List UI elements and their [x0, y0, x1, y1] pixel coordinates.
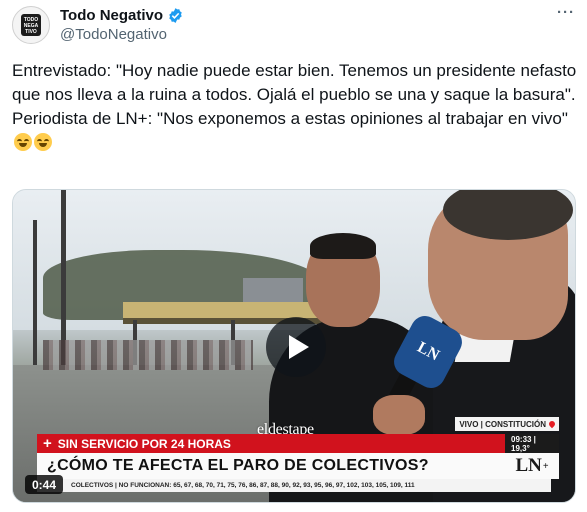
more-options-icon[interactable]: ···	[557, 4, 575, 21]
plus-icon: +	[43, 435, 52, 452]
channel-logo: LN +	[505, 453, 559, 479]
tweet-paragraph-1: Entrevistado: "Hoy nadie puede estar bie…	[12, 61, 577, 104]
channel-logo-text: LN	[515, 455, 542, 476]
breaking-news-text: SIN SERVICIO POR 24 HORAS	[57, 436, 231, 451]
tweet-paragraph-2-text: Periodista de LN+: "Nos exponemos a esta…	[12, 109, 568, 128]
news-ticker: COLECTIVOS | NO FUNCIONAN: 65, 67, 68, 7…	[37, 479, 551, 492]
time-temperature: 09:33 | 19,3°	[505, 434, 559, 453]
play-icon	[288, 335, 309, 359]
tweet-text: Entrevistado: "Hoy nadie puede estar bie…	[12, 59, 577, 155]
laughing-tears-emoji-icon	[34, 133, 52, 151]
name-row: Todo Negativo	[60, 7, 184, 24]
verified-badge-icon	[169, 8, 182, 23]
play-button[interactable]	[266, 317, 326, 377]
tweet-paragraph-2: Periodista de LN+: "Nos exponemos a esta…	[12, 107, 577, 155]
breaking-news-band: + SIN SERVICIO POR 24 HORAS	[37, 434, 539, 453]
live-location-tag: VIVO | CONSTITUCIÓN	[455, 417, 559, 431]
video-duration-badge: 0:44	[25, 475, 64, 494]
video-crowd	[43, 340, 253, 370]
tweet-header: TODO NEGA TIVO Todo Negativo @TodoNegati…	[12, 4, 575, 46]
video-player[interactable]: LN eldestape VIVO | CONSTITUCIÓN + SIN S…	[12, 189, 576, 503]
live-location-text: VIVO | CONSTITUCIÓN	[459, 419, 546, 429]
user-handle[interactable]: @TodoNegativo	[60, 26, 167, 43]
display-name[interactable]: Todo Negativo	[60, 7, 163, 24]
location-pin-icon	[547, 419, 557, 429]
video-reporter-hand	[373, 395, 425, 435]
channel-logo-plus: +	[542, 460, 549, 472]
avatar[interactable]: TODO NEGA TIVO	[12, 6, 50, 44]
video-interviewee-hair	[310, 233, 376, 259]
avatar-logo: TODO NEGA TIVO	[21, 14, 41, 36]
video-bus-shelter	[123, 302, 333, 318]
laughing-tears-emoji-icon	[14, 133, 32, 151]
headline-band: ¿CÓMO TE AFECTA EL PARO DE COLECTIVOS?	[37, 453, 515, 479]
